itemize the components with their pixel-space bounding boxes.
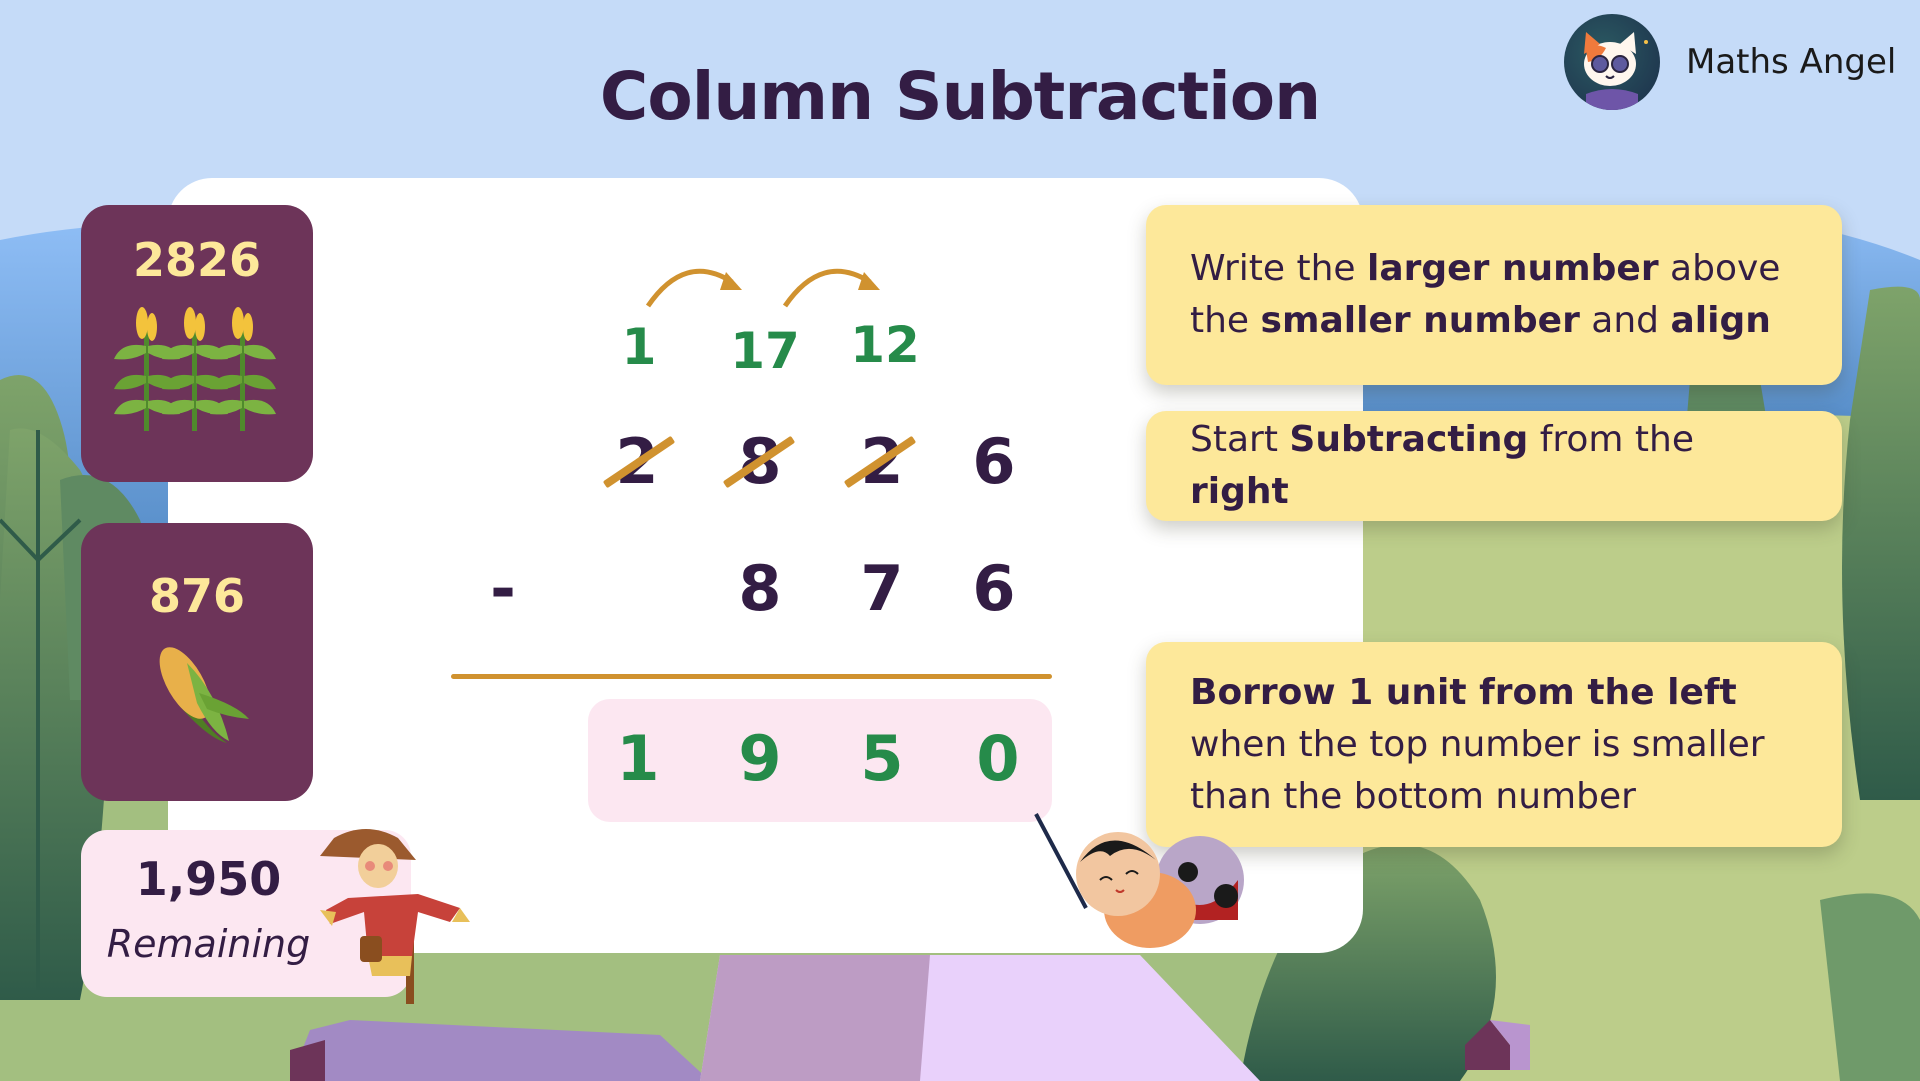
bottom-number-value: 876 bbox=[148, 569, 246, 623]
tip-text: Write the larger number above the smalle… bbox=[1190, 248, 1781, 341]
borrow-arrows bbox=[645, 268, 880, 308]
minus-operator: - bbox=[490, 552, 516, 625]
tip-text: Start Subtracting from the right bbox=[1190, 419, 1695, 512]
borrow-value: 17 bbox=[730, 322, 800, 380]
borrow-arrow-icon bbox=[645, 268, 734, 308]
ladybug-with-pointer-icon bbox=[1034, 813, 1244, 948]
top-number-card: 2826 bbox=[81, 205, 313, 482]
scarecrow-icon bbox=[320, 829, 470, 1004]
answer-digit: 9 bbox=[738, 722, 782, 795]
bottom-number-card: 876 bbox=[81, 523, 313, 801]
top-digit: 6 bbox=[972, 425, 1016, 498]
sum-line bbox=[451, 674, 1052, 679]
corn-cob-icon bbox=[159, 647, 249, 743]
bottom-digit: 7 bbox=[860, 552, 904, 625]
borrow-value: 12 bbox=[850, 316, 920, 374]
borrow-value: 1 bbox=[621, 318, 657, 376]
bottom-digit: 8 bbox=[738, 552, 782, 625]
tip-card: Borrow 1 unit from the left when the top… bbox=[1146, 642, 1842, 847]
tip-card: Write the larger number above the smalle… bbox=[1146, 205, 1842, 385]
top-number-value: 2826 bbox=[132, 233, 262, 287]
answer-digit: 0 bbox=[976, 722, 1020, 795]
answer-digit: 1 bbox=[616, 722, 660, 795]
corn-plants-icon bbox=[114, 307, 276, 431]
brand-name: Maths Angel bbox=[1686, 42, 1897, 82]
tip-card: Start Subtracting from the right bbox=[1146, 411, 1842, 521]
answer-digit: 5 bbox=[860, 722, 904, 795]
tip-text: Borrow 1 unit from the left when the top… bbox=[1190, 671, 1765, 817]
bottom-digit: 6 bbox=[972, 552, 1016, 625]
slide: Column Subtraction Maths Angel 2826 876 … bbox=[0, 0, 1920, 1081]
borrow-arrow-icon bbox=[782, 268, 872, 308]
result-label: Remaining bbox=[106, 922, 311, 966]
brand[interactable]: Maths Angel bbox=[1564, 14, 1896, 110]
result-value: 1,950 bbox=[135, 852, 282, 906]
cat-with-sunglasses-icon bbox=[1564, 14, 1660, 110]
